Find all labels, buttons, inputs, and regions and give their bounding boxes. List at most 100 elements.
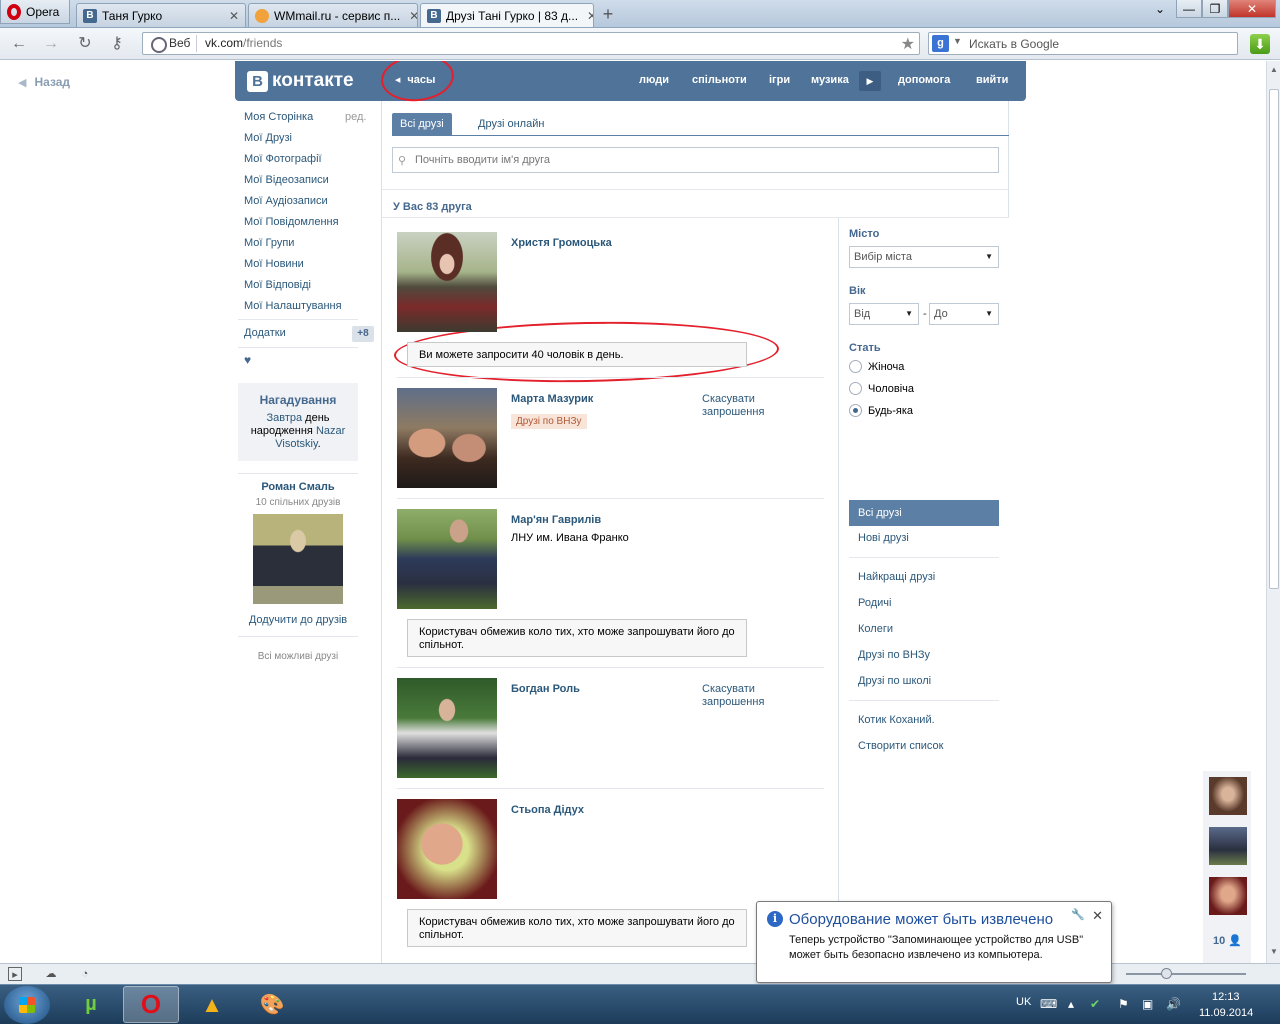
clock-time[interactable]: 12:13 xyxy=(1212,991,1240,1003)
age-from-select[interactable]: Від xyxy=(849,303,919,325)
list-relatives[interactable]: Родичі xyxy=(858,597,891,609)
nav-logout[interactable]: вийти xyxy=(976,74,1008,86)
list-school-friends[interactable]: Друзі по школі xyxy=(858,675,931,687)
tab-menu-icon[interactable]: ⌄ xyxy=(1148,0,1172,18)
cancel-invite-link[interactable]: Скасувати запрошення xyxy=(702,393,782,419)
chat-avatar[interactable] xyxy=(1209,777,1247,815)
flag-icon[interactable]: ⚑ xyxy=(1118,997,1129,1011)
search-field[interactable]: g ▼ Искать в Google xyxy=(928,32,1238,55)
all-possible-friends-link[interactable]: Всі можливі друзі xyxy=(238,651,358,662)
menu-videos[interactable]: Мої Відеозаписи xyxy=(244,174,329,186)
list-new-friends[interactable]: Нові друзі xyxy=(858,532,909,544)
close-window-icon[interactable]: ✕ xyxy=(1228,0,1276,18)
nav-games[interactable]: ігри xyxy=(769,74,790,86)
reload-icon[interactable]: ↻ xyxy=(74,33,96,55)
friend-photo[interactable] xyxy=(397,388,497,488)
suggestion-photo[interactable] xyxy=(253,514,343,604)
forward-arrow-icon[interactable]: → xyxy=(40,33,62,55)
chat-avatar[interactable] xyxy=(1209,827,1247,865)
nav-help[interactable]: допомога xyxy=(898,74,950,86)
list-best-friends[interactable]: Найкращі друзі xyxy=(858,571,935,583)
url-field[interactable]: Веб vk.com/friends ★ xyxy=(142,32,920,55)
friend-list-tag[interactable]: Друзі по ВНЗу xyxy=(511,414,587,429)
paint-taskbar-icon[interactable]: 🎨 xyxy=(244,986,300,1023)
cloud-icon[interactable]: ☁ xyxy=(44,967,58,981)
friend-search-input[interactable]: ⚲ Почніть вводити ім'я друга xyxy=(392,147,999,173)
vk-logo[interactable]: В контакте xyxy=(247,70,354,92)
sex-male-radio[interactable]: Чоловіча xyxy=(849,382,914,395)
key-icon[interactable]: ⚷ xyxy=(106,33,128,55)
scroll-down-icon[interactable]: ▼ xyxy=(1269,947,1279,957)
menu-photos[interactable]: Мої Фотографії xyxy=(244,153,322,165)
friend-name[interactable]: Марта Мазурик xyxy=(511,393,593,405)
download-icon[interactable]: ⬇ xyxy=(1250,34,1270,54)
menu-friends[interactable]: Мої Друзі xyxy=(244,132,292,144)
scroll-up-icon[interactable]: ▲ xyxy=(1269,65,1279,75)
tab-friends-online[interactable]: Друзі онлайн xyxy=(470,113,552,135)
page-scrollbar[interactable]: ▲ ▼ xyxy=(1266,61,1280,963)
menu-my-page[interactable]: Моя Сторінка xyxy=(244,111,313,123)
reminder-date-link[interactable]: Завтра xyxy=(266,412,302,424)
chevron-down-icon[interactable]: ▼ xyxy=(953,36,962,46)
back-link[interactable]: Назад xyxy=(18,75,70,89)
tab-close-icon[interactable]: ✕ xyxy=(225,9,239,23)
opera-menu-button[interactable]: Opera xyxy=(0,0,70,24)
play-icon[interactable]: ▶ xyxy=(859,71,881,91)
web-badge[interactable]: Веб xyxy=(147,35,198,53)
friend-photo[interactable] xyxy=(397,509,497,609)
menu-replies[interactable]: Мої Відповіді xyxy=(244,279,311,291)
menu-audio[interactable]: Мої Аудіозаписи xyxy=(244,195,328,207)
new-tab-icon[interactable]: + xyxy=(598,5,618,25)
tab-close-icon[interactable]: ✕ xyxy=(583,9,593,23)
friend-photo[interactable] xyxy=(397,799,497,899)
tab-close-icon[interactable]: ✕ xyxy=(405,9,417,23)
menu-apps[interactable]: Додатки xyxy=(244,327,286,339)
heart-icon[interactable]: ♥ xyxy=(244,353,251,367)
start-button[interactable] xyxy=(4,986,50,1024)
volume-icon[interactable]: 🔊 xyxy=(1166,997,1181,1011)
maximize-icon[interactable]: ❐ xyxy=(1202,0,1228,18)
cancel-invite-link[interactable]: Скасувати запрошення xyxy=(702,683,782,709)
online-friends-count[interactable]: 10 👤 xyxy=(1213,934,1242,947)
add-friend-link[interactable]: Додучити до друзів xyxy=(238,614,358,626)
menu-messages[interactable]: Мої Повідомлення xyxy=(244,216,339,228)
network-icon[interactable]: ▣ xyxy=(1142,997,1153,1011)
list-colleagues[interactable]: Колеги xyxy=(858,623,893,635)
nav-music[interactable]: музика xyxy=(811,74,849,86)
create-list-link[interactable]: Створити список xyxy=(858,740,943,752)
tab-all-friends[interactable]: Всі друзі xyxy=(392,113,452,135)
apps-count-badge[interactable]: +8 xyxy=(352,326,374,342)
scrollbar-thumb[interactable] xyxy=(1269,89,1279,589)
keyboard-icon[interactable]: ⌨ xyxy=(1040,997,1057,1011)
menu-settings[interactable]: Мої Налаштування xyxy=(244,300,342,312)
friend-photo[interactable] xyxy=(397,232,497,332)
edit-link[interactable]: ред. xyxy=(345,111,366,123)
friend-name[interactable]: Богдан Роль xyxy=(511,683,580,695)
browser-tab[interactable]: WMmail.ru - сервис п... ✕ xyxy=(248,3,418,27)
nav-communities[interactable]: спільноти xyxy=(692,74,747,86)
city-select[interactable]: Вибір міста xyxy=(849,246,999,268)
language-indicator[interactable]: UK xyxy=(1016,996,1031,1008)
menu-groups[interactable]: Мої Групи xyxy=(244,237,294,249)
usb-safe-remove-icon[interactable]: ✔ xyxy=(1090,997,1100,1011)
zoom-slider-knob[interactable] xyxy=(1161,968,1172,979)
suggestion-name[interactable]: Роман Смаль xyxy=(238,481,358,493)
browser-tab-active[interactable]: В Друзі Тані Гурко | 83 д... ✕ xyxy=(420,3,594,27)
nav-people[interactable]: люди xyxy=(639,74,669,86)
panel-toggle-icon[interactable]: ▸ xyxy=(8,967,22,981)
friend-name[interactable]: Стьопа Дідух xyxy=(511,804,584,816)
tray-expand-icon[interactable]: ▴ xyxy=(1068,997,1074,1011)
zoom-slider[interactable] xyxy=(1126,973,1246,975)
list-university-friends[interactable]: Друзі по ВНЗу xyxy=(858,649,930,661)
browser-tab[interactable]: В Таня Гурко ✕ xyxy=(76,3,246,27)
chat-avatar[interactable] xyxy=(1209,877,1247,915)
wrench-icon[interactable]: 🔧 xyxy=(1071,908,1085,921)
aimp-taskbar-icon[interactable]: ▲ xyxy=(184,986,240,1023)
back-arrow-icon[interactable]: ← xyxy=(8,33,30,55)
utorrent-taskbar-icon[interactable]: µ xyxy=(63,986,119,1023)
friend-photo[interactable] xyxy=(397,678,497,778)
speed-dial-icon[interactable]: ◔ xyxy=(78,967,92,981)
bookmark-star-icon[interactable]: ★ xyxy=(901,34,915,54)
minimize-icon[interactable]: — xyxy=(1176,0,1202,18)
list-custom[interactable]: Котик Коханий. xyxy=(858,714,935,726)
